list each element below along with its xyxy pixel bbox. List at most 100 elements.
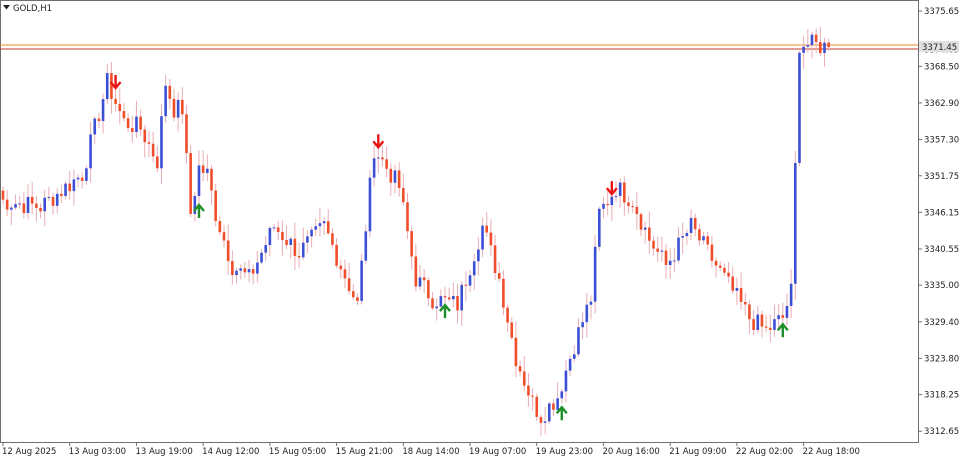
candle-body [481, 225, 484, 250]
candle-body [735, 288, 739, 291]
candle-body [714, 260, 718, 266]
time-tick-label: 14 Aug 12:00 [202, 447, 259, 457]
candle-body [356, 297, 359, 301]
candle-body [235, 270, 238, 276]
candle-body [22, 203, 26, 213]
candle-body [130, 128, 134, 133]
candle-body [706, 236, 710, 245]
candle-body [477, 249, 480, 262]
candle-body [785, 305, 789, 318]
candle-body [126, 118, 130, 129]
price-axis[interactable]: 3375.653374.053368.503362.903357.303351.… [918, 7, 959, 437]
candle-body [635, 206, 639, 215]
candle-body [176, 99, 180, 118]
triangle-down-icon[interactable] [3, 5, 10, 10]
candle-body [518, 366, 522, 372]
candle-body [756, 314, 760, 331]
candle-body [814, 34, 818, 43]
symbol-header[interactable]: GOLD,H1 [3, 4, 52, 14]
candle-body [581, 322, 584, 328]
candle-body [351, 291, 355, 298]
candle-body [135, 116, 138, 133]
candle-body [468, 275, 472, 286]
price-tick-label: 3312.65 [924, 427, 959, 437]
candle-body [464, 284, 468, 286]
candle-body [773, 319, 776, 330]
candle-body [443, 296, 447, 298]
candle-body [689, 217, 693, 233]
candle-body [485, 225, 489, 233]
candle-body [406, 202, 409, 232]
candle-body [335, 244, 338, 266]
price-tick-label: 3323.80 [924, 354, 959, 364]
candle-body [598, 208, 601, 247]
candle-body [105, 73, 109, 100]
candle-body [643, 227, 647, 230]
candle-body [201, 165, 205, 173]
candle-body [410, 231, 413, 257]
price-tick-label: 3318.25 [924, 391, 959, 401]
candle-body [681, 236, 685, 238]
candle-body [5, 199, 9, 210]
time-tick-label: 21 Aug 09:00 [669, 447, 726, 457]
candle-body [189, 153, 192, 214]
signal-arrows [109, 74, 789, 421]
candle-body [251, 269, 255, 274]
candle-body [285, 240, 288, 245]
candle-body [172, 98, 176, 118]
time-tick-label: 22 Aug 18:00 [803, 447, 860, 457]
candle-body [823, 42, 826, 54]
candle-body [214, 190, 217, 221]
candle-body [281, 232, 284, 241]
candle-body [577, 327, 580, 355]
candle-body [435, 306, 438, 309]
candle-body [14, 204, 17, 208]
time-tick-label: 18 Aug 14:00 [402, 447, 459, 457]
time-axis[interactable]: 12 Aug 2025 13 Aug 03:00 13 Aug 19:00 14 Au… [2, 442, 860, 457]
candle-body [648, 227, 651, 241]
candle-body [693, 217, 697, 230]
price-tick-label: 3368.50 [924, 62, 959, 72]
candle-body [806, 45, 810, 47]
candle-body [151, 143, 155, 157]
price-chart[interactable]: 3375.653374.053368.503362.903357.303351.… [0, 0, 960, 458]
candle-body [147, 142, 151, 144]
candle-body [222, 232, 226, 241]
candle-body [502, 278, 505, 308]
candle-body [160, 116, 163, 169]
candles [1, 26, 830, 436]
candle-body [673, 260, 676, 262]
candle-body [743, 301, 747, 305]
candle-body [276, 227, 280, 233]
candle-body [560, 391, 564, 399]
candle-body [418, 277, 422, 287]
current-price-lines [0, 44, 918, 50]
candle-body [210, 168, 213, 191]
candle-body [556, 398, 559, 410]
candle-body [623, 182, 626, 203]
chart-window[interactable]: 3375.653374.053368.503362.903357.303351.… [0, 0, 960, 458]
candle-body [677, 237, 680, 261]
price-tick-label: 3357.30 [924, 136, 959, 146]
price-tick-label: 3329.40 [924, 318, 959, 328]
candle-body [197, 165, 201, 196]
candle-body [260, 252, 263, 263]
candle-body [731, 276, 735, 291]
candle-body [293, 238, 297, 256]
candle-body [506, 307, 509, 323]
candle-body [794, 162, 797, 284]
symbol-label: GOLD,H1 [13, 4, 52, 14]
candle-body [606, 203, 609, 206]
candle-body [539, 416, 543, 423]
candle-body [185, 114, 188, 154]
candle-body [143, 129, 147, 143]
candle-body [397, 170, 401, 189]
candle-body [226, 240, 230, 262]
candle-body [347, 278, 351, 292]
candle-body [68, 183, 72, 192]
candle-body [72, 179, 76, 192]
current-price-label: 3371.45 [922, 43, 957, 53]
candle-body [155, 156, 159, 169]
candle-body [64, 183, 67, 197]
candle-body [97, 118, 101, 122]
